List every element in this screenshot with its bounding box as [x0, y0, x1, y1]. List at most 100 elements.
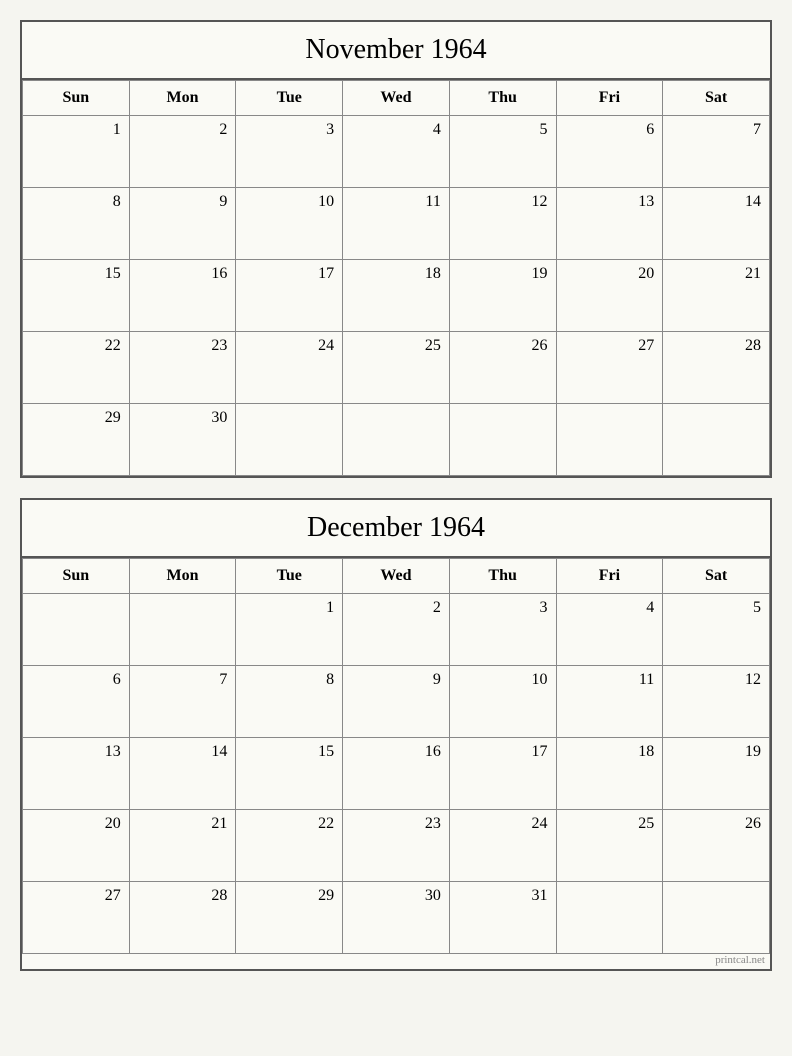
- list-item: 15: [236, 738, 343, 810]
- list-item: [663, 882, 770, 954]
- list-item: 22: [236, 810, 343, 882]
- list-item: [663, 404, 770, 476]
- nov-header-tue: Tue: [236, 81, 343, 116]
- list-item: 31: [449, 882, 556, 954]
- list-item: 11: [343, 188, 450, 260]
- list-item: 6: [556, 116, 663, 188]
- table-row: 12345: [23, 594, 770, 666]
- list-item: 1: [236, 594, 343, 666]
- november-calendar: November 1964 Sun Mon Tue Wed Thu Fri Sa…: [20, 20, 772, 478]
- list-item: 7: [129, 666, 236, 738]
- dec-header-mon: Mon: [129, 559, 236, 594]
- november-header-row: Sun Mon Tue Wed Thu Fri Sat: [23, 81, 770, 116]
- list-item: 26: [449, 332, 556, 404]
- list-item: 4: [343, 116, 450, 188]
- dec-header-fri: Fri: [556, 559, 663, 594]
- nov-header-wed: Wed: [343, 81, 450, 116]
- list-item: [449, 404, 556, 476]
- list-item: 17: [236, 260, 343, 332]
- list-item: 28: [663, 332, 770, 404]
- list-item: 21: [129, 810, 236, 882]
- nov-header-sun: Sun: [23, 81, 130, 116]
- list-item: 18: [343, 260, 450, 332]
- table-row: 15161718192021: [23, 260, 770, 332]
- november-grid: Sun Mon Tue Wed Thu Fri Sat 123456789101…: [22, 80, 770, 476]
- december-header-row: Sun Mon Tue Wed Thu Fri Sat: [23, 559, 770, 594]
- nov-header-thu: Thu: [449, 81, 556, 116]
- list-item: 8: [23, 188, 130, 260]
- table-row: 20212223242526: [23, 810, 770, 882]
- list-item: 3: [236, 116, 343, 188]
- november-title: November 1964: [22, 22, 770, 80]
- list-item: [129, 594, 236, 666]
- list-item: 22: [23, 332, 130, 404]
- list-item: 8: [236, 666, 343, 738]
- nov-header-sat: Sat: [663, 81, 770, 116]
- list-item: 12: [449, 188, 556, 260]
- list-item: 2: [129, 116, 236, 188]
- table-row: 22232425262728: [23, 332, 770, 404]
- list-item: 19: [449, 260, 556, 332]
- list-item: 5: [449, 116, 556, 188]
- dec-header-tue: Tue: [236, 559, 343, 594]
- list-item: 24: [449, 810, 556, 882]
- list-item: 5: [663, 594, 770, 666]
- list-item: 20: [23, 810, 130, 882]
- list-item: 19: [663, 738, 770, 810]
- dec-header-sat: Sat: [663, 559, 770, 594]
- list-item: 18: [556, 738, 663, 810]
- list-item: 11: [556, 666, 663, 738]
- list-item: 9: [343, 666, 450, 738]
- december-grid: Sun Mon Tue Wed Thu Fri Sat 123456789101…: [22, 558, 770, 954]
- list-item: [556, 404, 663, 476]
- list-item: 27: [556, 332, 663, 404]
- december-title: December 1964: [22, 500, 770, 558]
- list-item: 10: [449, 666, 556, 738]
- list-item: 30: [129, 404, 236, 476]
- list-item: [236, 404, 343, 476]
- list-item: 28: [129, 882, 236, 954]
- watermark: printcal.net: [22, 954, 770, 969]
- list-item: [343, 404, 450, 476]
- list-item: 23: [129, 332, 236, 404]
- list-item: [23, 594, 130, 666]
- table-row: 13141516171819: [23, 738, 770, 810]
- table-row: 1234567: [23, 116, 770, 188]
- list-item: 12: [663, 666, 770, 738]
- list-item: 24: [236, 332, 343, 404]
- list-item: 16: [343, 738, 450, 810]
- table-row: 2930: [23, 404, 770, 476]
- list-item: 16: [129, 260, 236, 332]
- list-item: 7: [663, 116, 770, 188]
- list-item: 21: [663, 260, 770, 332]
- table-row: 891011121314: [23, 188, 770, 260]
- list-item: [556, 882, 663, 954]
- list-item: 1: [23, 116, 130, 188]
- list-item: 29: [23, 404, 130, 476]
- list-item: 13: [23, 738, 130, 810]
- list-item: 6: [23, 666, 130, 738]
- list-item: 15: [23, 260, 130, 332]
- list-item: 30: [343, 882, 450, 954]
- list-item: 25: [343, 332, 450, 404]
- list-item: 2: [343, 594, 450, 666]
- table-row: 6789101112: [23, 666, 770, 738]
- list-item: 23: [343, 810, 450, 882]
- list-item: 27: [23, 882, 130, 954]
- nov-header-fri: Fri: [556, 81, 663, 116]
- list-item: 14: [129, 738, 236, 810]
- list-item: 26: [663, 810, 770, 882]
- list-item: 3: [449, 594, 556, 666]
- list-item: 29: [236, 882, 343, 954]
- dec-header-wed: Wed: [343, 559, 450, 594]
- list-item: 4: [556, 594, 663, 666]
- list-item: 17: [449, 738, 556, 810]
- december-calendar: December 1964 Sun Mon Tue Wed Thu Fri Sa…: [20, 498, 772, 971]
- list-item: 13: [556, 188, 663, 260]
- list-item: 14: [663, 188, 770, 260]
- nov-header-mon: Mon: [129, 81, 236, 116]
- table-row: 2728293031: [23, 882, 770, 954]
- dec-header-sun: Sun: [23, 559, 130, 594]
- list-item: 9: [129, 188, 236, 260]
- list-item: 20: [556, 260, 663, 332]
